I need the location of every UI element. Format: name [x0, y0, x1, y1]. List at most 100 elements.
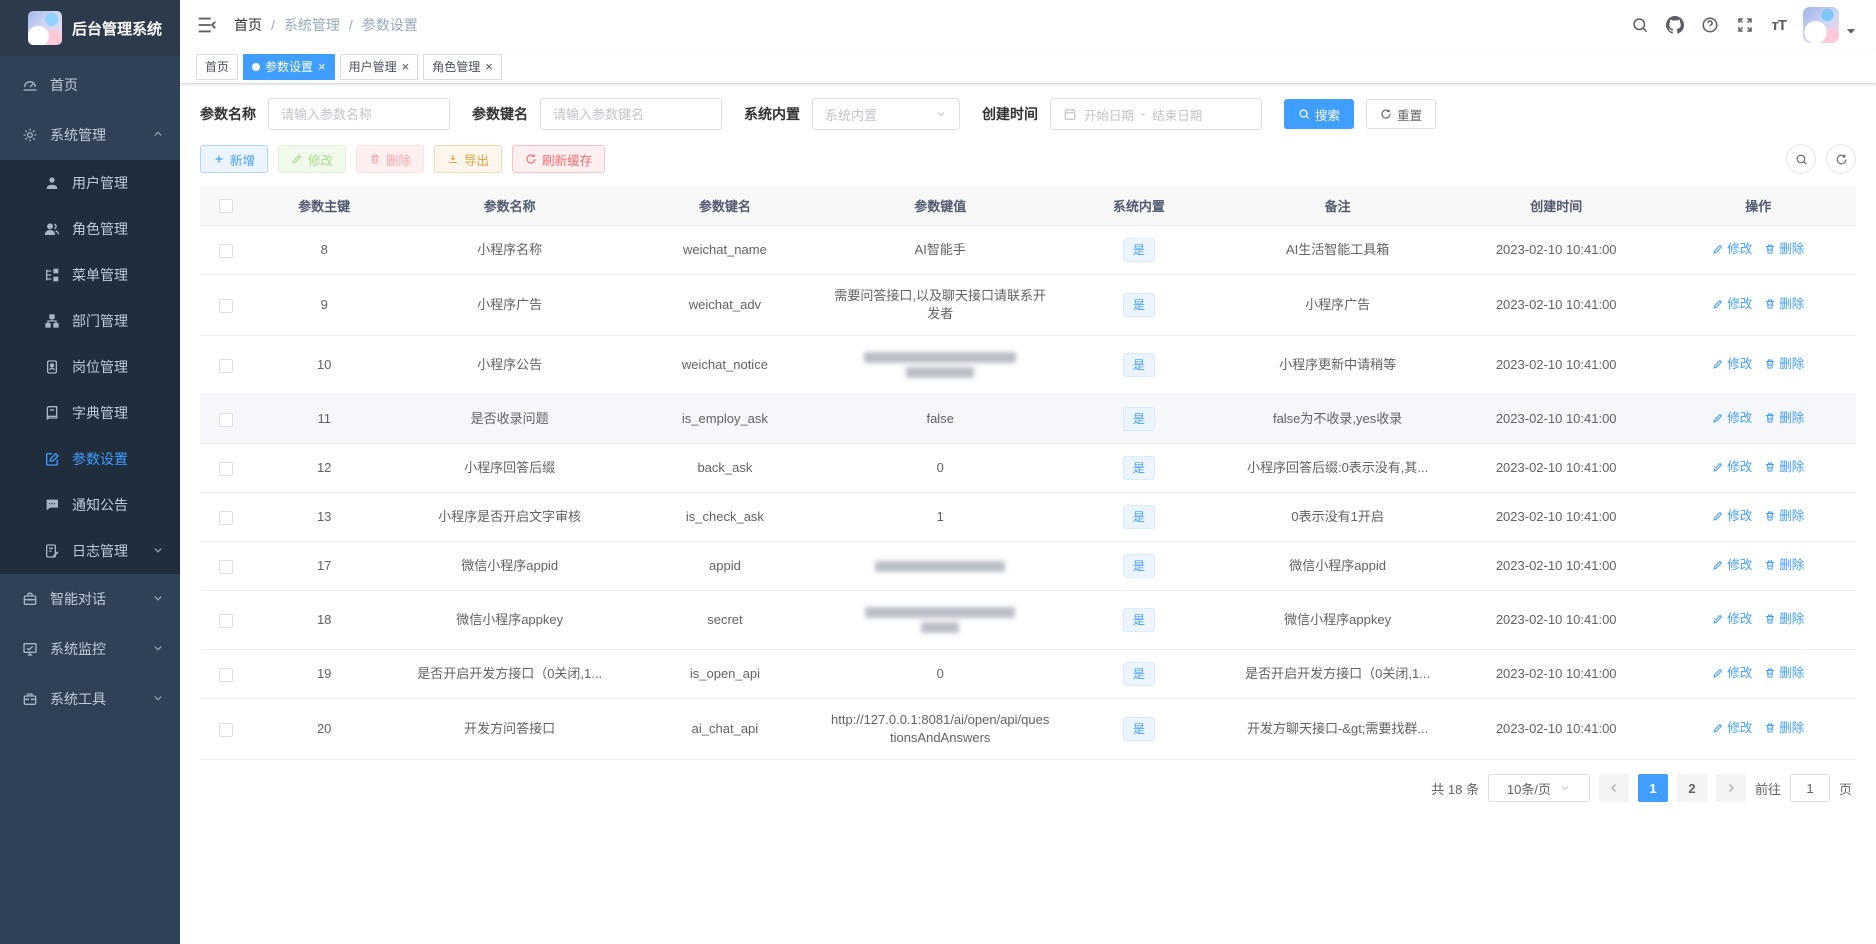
cell-operations: 修改 删除 [1660, 541, 1856, 591]
table-header-row: 参数主键 参数名称 参数键名 参数键值 系统内置 备注 创建时间 操作 [200, 186, 1856, 226]
row-edit-button[interactable]: 修改 [1712, 664, 1752, 682]
help-icon[interactable] [1701, 16, 1719, 34]
sidebar-item-智能对话[interactable]: 智能对话 [0, 574, 180, 624]
sidebar-item-系统管理[interactable]: 系统管理 [0, 110, 180, 160]
refresh-cache-button[interactable]: 刷新缓存 [512, 145, 606, 173]
row-edit-button[interactable]: 修改 [1712, 610, 1752, 628]
delete-button[interactable]: 删除 [356, 145, 425, 173]
row-edit-button[interactable]: 修改 [1712, 556, 1752, 574]
sidebar-item-通知公告[interactable]: 通知公告 [0, 482, 180, 528]
breadcrumb-system[interactable]: 系统管理 [284, 15, 340, 35]
cell-param-id: 12 [252, 443, 396, 493]
add-button[interactable]: 新增 [200, 145, 269, 173]
sidebar-item-日志管理[interactable]: 日志管理 [0, 528, 180, 574]
close-icon[interactable]: × [318, 60, 326, 73]
search-button[interactable]: 搜索 [1284, 99, 1355, 129]
row-delete-button[interactable]: 删除 [1764, 409, 1804, 427]
date-range-picker[interactable]: 开始日期 - 结束日期 [1050, 98, 1262, 130]
tab-param-settings[interactable]: 参数设置 × [243, 53, 335, 80]
row-checkbox[interactable] [219, 613, 234, 628]
builtin-select[interactable]: 系统内置 [812, 98, 960, 130]
row-checkbox[interactable] [219, 461, 234, 476]
page-button-1[interactable]: 1 [1637, 774, 1668, 802]
font-size-icon[interactable]: тT [1771, 17, 1786, 34]
row-delete-button[interactable]: 删除 [1764, 355, 1804, 373]
tab-home[interactable]: 首页 [196, 53, 239, 80]
row-delete-button[interactable]: 删除 [1764, 610, 1804, 628]
row-delete-button[interactable]: 删除 [1764, 458, 1804, 476]
sidebar-item-角色管理[interactable]: 角色管理 [0, 206, 180, 252]
goto-page-input[interactable] [1789, 774, 1830, 802]
fullscreen-icon[interactable] [1736, 16, 1754, 34]
close-icon[interactable]: × [485, 60, 493, 73]
breadcrumb-home[interactable]: 首页 [234, 15, 262, 35]
sidebar-item-字典管理[interactable]: 字典管理 [0, 390, 180, 436]
cell-param-value: 1 [825, 492, 1055, 542]
cell-param-value: 0 [825, 443, 1055, 493]
cell-param-value [825, 590, 1055, 650]
row-checkbox[interactable] [219, 559, 234, 574]
tab-user-management[interactable]: 用户管理 × [339, 53, 419, 80]
select-all-checkbox[interactable] [219, 199, 234, 214]
param-key-input[interactable] [553, 106, 709, 122]
page-size-select[interactable]: 10条/页 [1487, 774, 1590, 802]
close-icon[interactable]: × [402, 60, 410, 73]
reset-button[interactable]: 重置 [1366, 99, 1437, 129]
sidebar-item-系统工具[interactable]: 系统工具 [0, 674, 180, 724]
row-delete-button[interactable]: 删除 [1764, 664, 1804, 682]
app-logo[interactable]: 后台管理系统 [0, 0, 180, 56]
sidebar-item-部门管理[interactable]: 部门管理 [0, 298, 180, 344]
builtin-tag: 是 [1122, 456, 1155, 480]
row-delete-button[interactable]: 删除 [1764, 295, 1804, 313]
search-icon [1795, 153, 1808, 166]
pencil-icon [1712, 243, 1724, 255]
page-size-value: 10条/页 [1506, 781, 1551, 797]
dashboard-icon [22, 77, 38, 93]
row-checkbox[interactable] [219, 243, 234, 258]
row-edit-button[interactable]: 修改 [1712, 458, 1752, 476]
search-icon[interactable] [1631, 16, 1649, 34]
row-edit-button[interactable]: 修改 [1712, 240, 1752, 258]
hamburger-icon[interactable] [196, 14, 218, 36]
user-menu[interactable] [1803, 7, 1860, 43]
row-edit-button[interactable]: 修改 [1712, 719, 1752, 737]
row-checkbox[interactable] [219, 358, 234, 373]
param-key-field [540, 98, 722, 130]
sidebar-item-首页[interactable]: 首页 [0, 60, 180, 110]
export-button[interactable]: 导出 [434, 145, 503, 173]
row-edit-button[interactable]: 修改 [1712, 355, 1752, 373]
row-delete-button[interactable]: 删除 [1764, 719, 1804, 737]
sidebar-item-系统监控[interactable]: 系统监控 [0, 624, 180, 674]
row-checkbox[interactable] [219, 412, 234, 427]
github-icon[interactable] [1666, 16, 1685, 34]
cell-param-value: false [825, 394, 1055, 444]
avatar [1803, 7, 1839, 43]
sidebar-item-菜单管理[interactable]: 菜单管理 [0, 252, 180, 298]
row-edit-button[interactable]: 修改 [1712, 409, 1752, 427]
row-checkbox[interactable] [219, 510, 234, 525]
tab-role-management[interactable]: 角色管理 × [423, 53, 502, 80]
prev-page-button[interactable] [1598, 774, 1629, 802]
row-edit-button[interactable]: 修改 [1712, 295, 1752, 313]
sidebar-item-岗位管理[interactable]: 岗位管理 [0, 344, 180, 390]
row-delete-button[interactable]: 删除 [1764, 507, 1804, 525]
page-button-2[interactable]: 2 [1676, 774, 1707, 802]
next-page-button[interactable] [1715, 774, 1746, 802]
row-edit-button[interactable]: 修改 [1712, 507, 1752, 525]
row-select-cell [200, 698, 253, 760]
sidebar-item-用户管理[interactable]: 用户管理 [0, 160, 180, 206]
row-delete-button[interactable]: 删除 [1764, 240, 1804, 258]
user-icon [44, 175, 60, 191]
row-checkbox[interactable] [219, 667, 234, 682]
refresh-table-button[interactable] [1826, 144, 1856, 174]
message-icon [44, 497, 60, 513]
row-checkbox[interactable] [219, 722, 234, 737]
edit-button[interactable]: 修改 [278, 145, 347, 173]
sidebar-item-参数设置[interactable]: 参数设置 [0, 436, 180, 482]
param-name-input[interactable] [281, 106, 437, 122]
row-checkbox[interactable] [219, 298, 234, 313]
cell-param-key: weichat_notice [623, 335, 826, 395]
builtin-tag: 是 [1122, 505, 1155, 529]
toggle-search-button[interactable] [1786, 144, 1816, 174]
row-delete-button[interactable]: 删除 [1764, 556, 1804, 574]
